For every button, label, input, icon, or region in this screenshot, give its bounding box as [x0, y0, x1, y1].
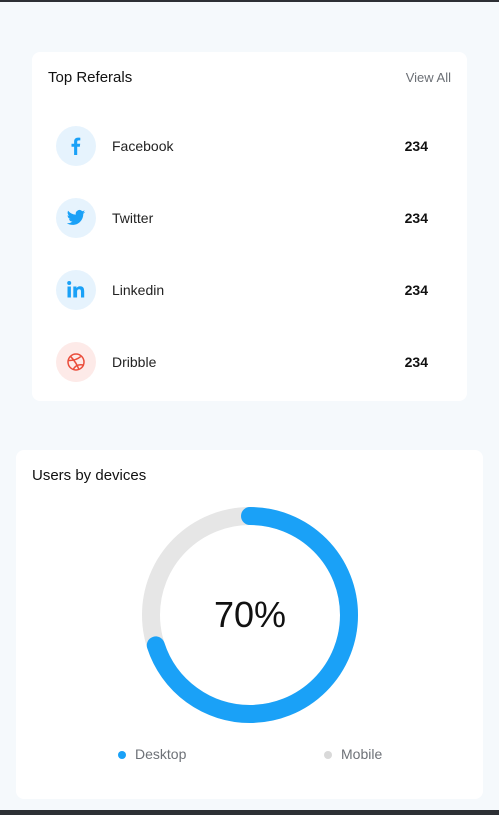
legend-dot [118, 751, 126, 759]
view-all-link[interactable]: View All [406, 70, 451, 85]
referral-label: Linkedin [112, 282, 165, 298]
window-bottom-border [0, 810, 499, 815]
facebook-icon [56, 126, 96, 166]
top-referrals-card: Top Referals View All Facebook 234 Twitt… [32, 52, 467, 401]
referral-row-facebook[interactable]: Facebook 234 [56, 126, 428, 166]
referral-row-linkedin[interactable]: Linkedin 234 [56, 270, 428, 310]
referral-label: Dribble [112, 354, 157, 370]
referral-row-twitter[interactable]: Twitter 234 [56, 198, 428, 238]
referral-value: 234 [404, 354, 428, 370]
referral-label: Facebook [112, 138, 174, 154]
users-by-devices-card: Users by devices 70% Desktop Mobile [16, 450, 483, 799]
referral-value: 234 [404, 138, 428, 154]
twitter-icon [56, 198, 96, 238]
legend-label: Mobile [341, 746, 383, 762]
window-top-border [0, 0, 499, 2]
legend-label: Desktop [135, 746, 187, 762]
referral-row-dribbble[interactable]: Dribble 234 [56, 342, 428, 382]
dribbble-icon [56, 342, 96, 382]
top-referrals-title: Top Referals [48, 69, 133, 86]
legend-dot [324, 751, 332, 759]
devices-title: Users by devices [32, 467, 147, 484]
linkedin-icon [56, 270, 96, 310]
referral-value: 234 [404, 210, 428, 226]
devices-donut-chart [142, 507, 358, 723]
referral-value: 234 [404, 282, 428, 298]
referral-label: Twitter [112, 210, 154, 226]
